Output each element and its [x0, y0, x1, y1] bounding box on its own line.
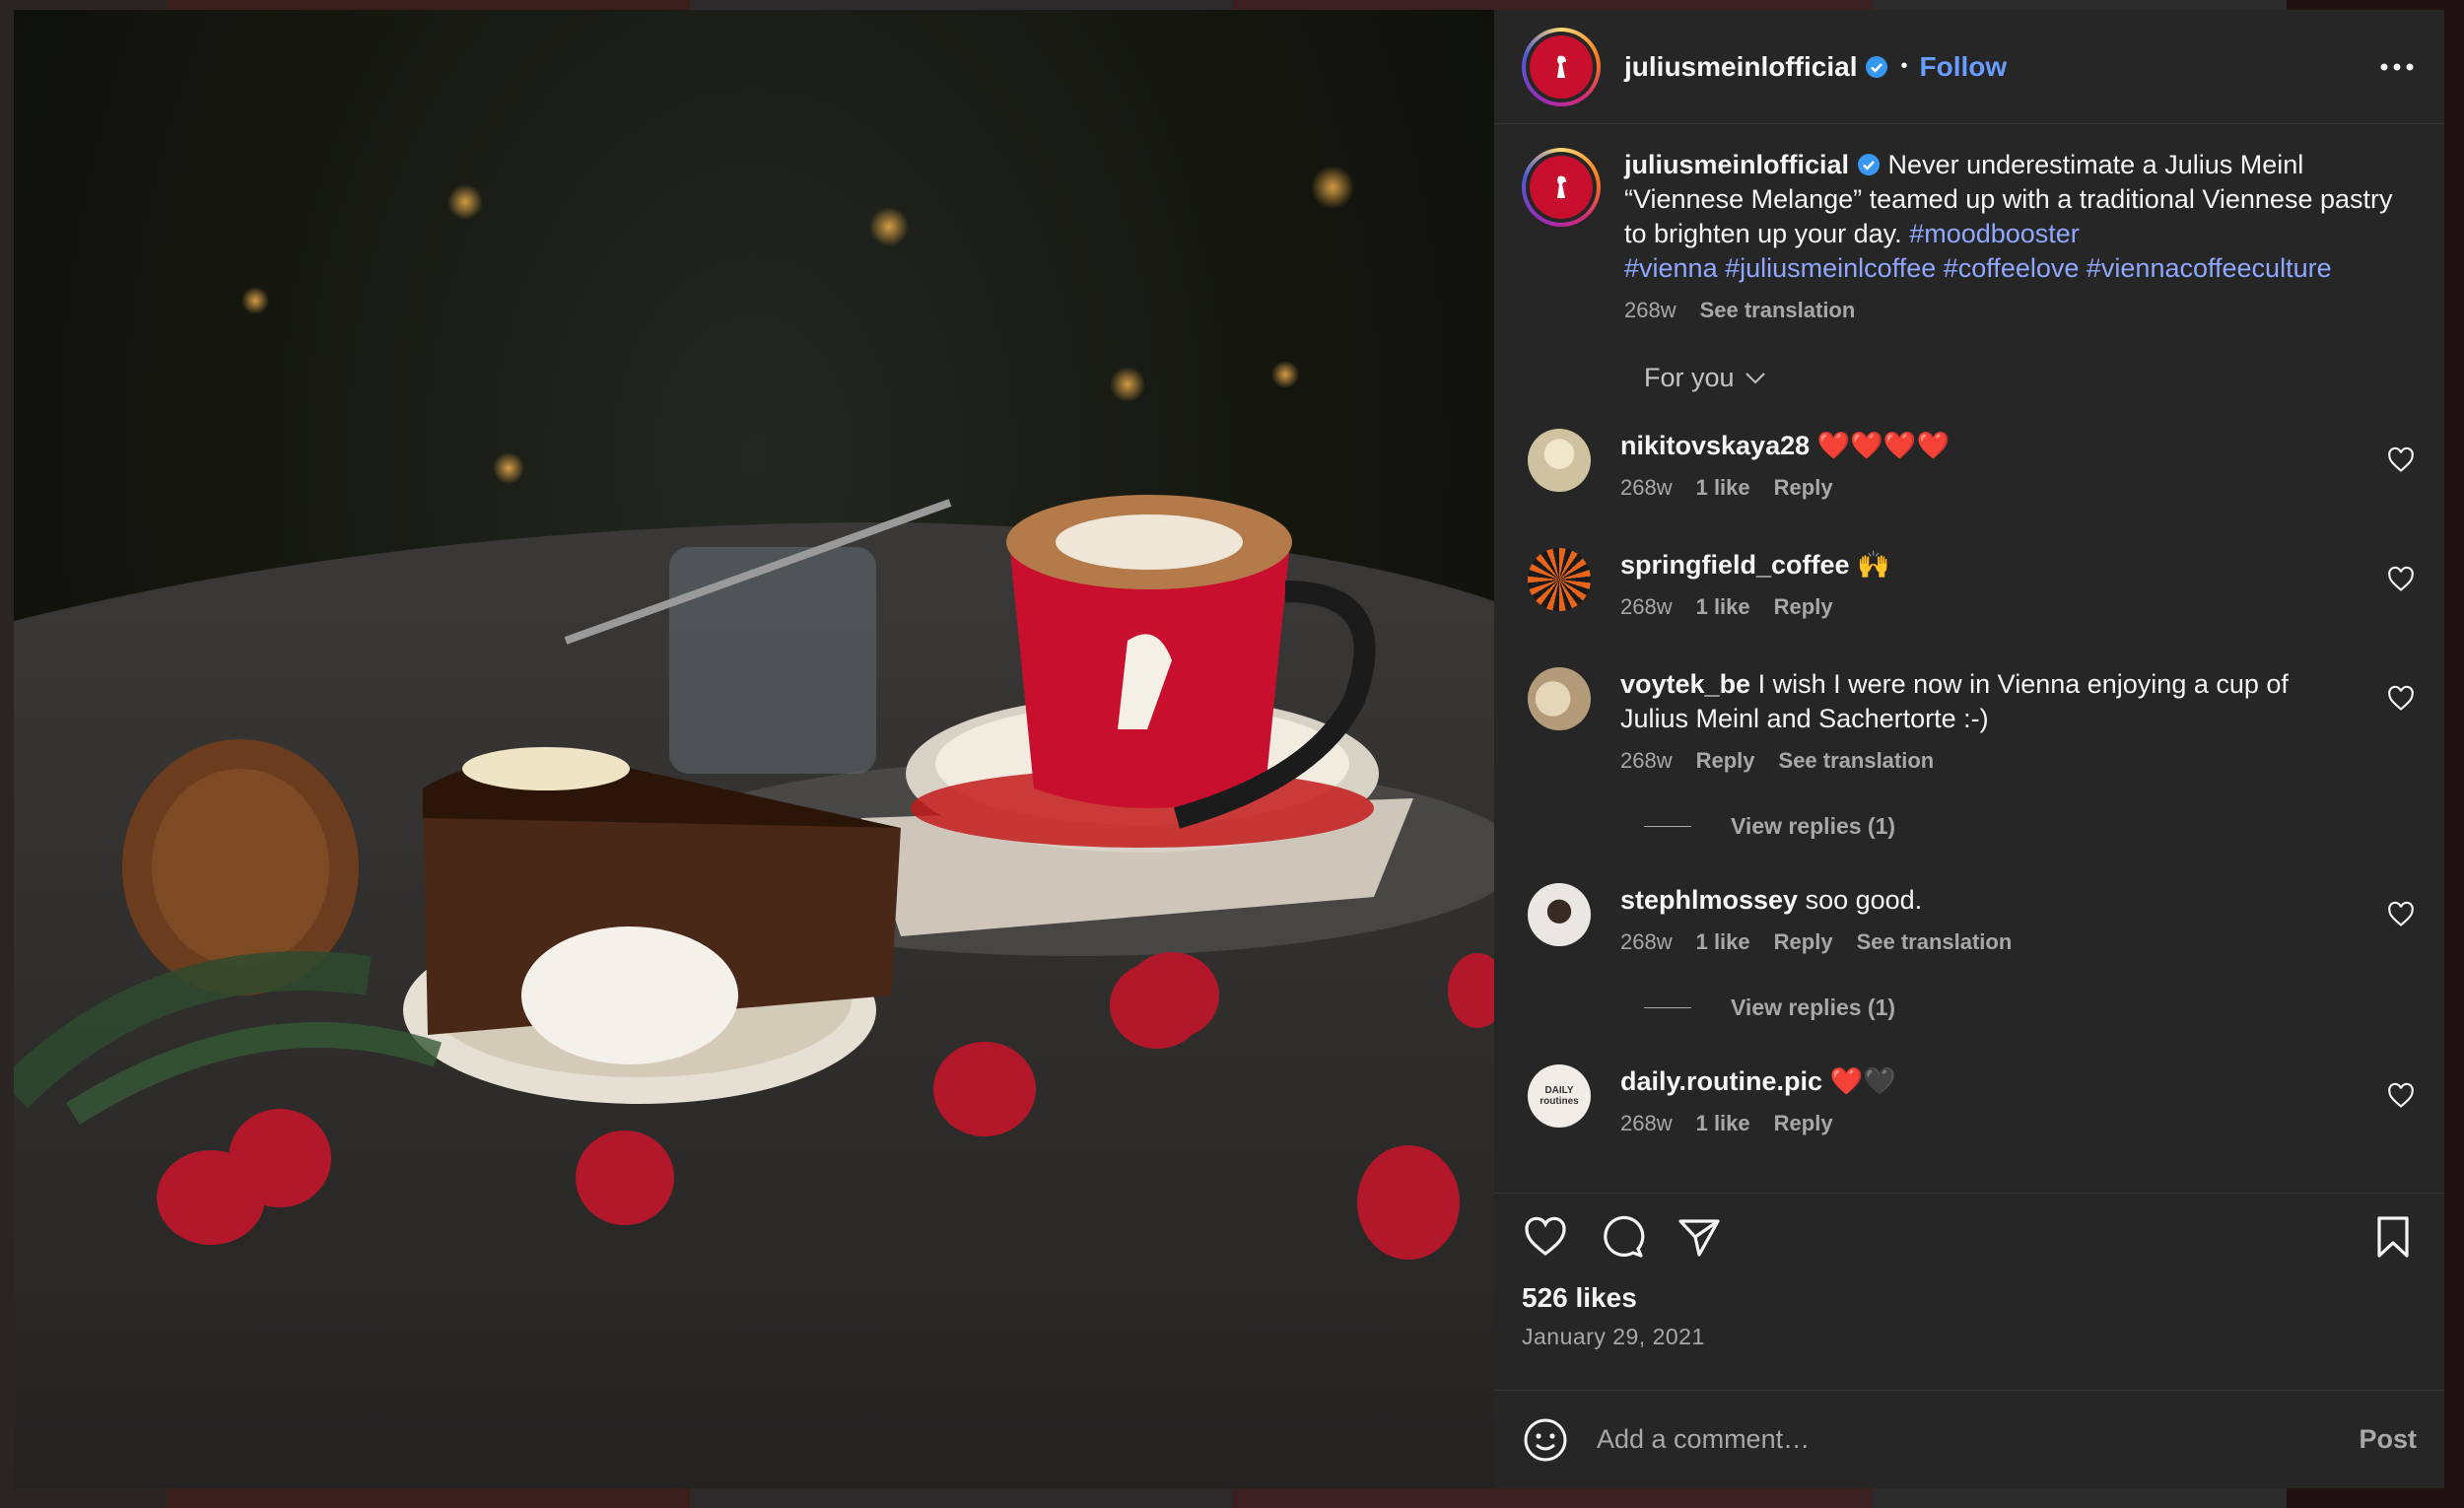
view-replies-button[interactable]: View replies (1) [1644, 994, 2417, 1021]
comment-item: nikitovskaya28 ❤️❤️❤️❤️ 268w 1 like Repl… [1522, 429, 2417, 501]
caption-username[interactable]: juliusmeinlofficial [1624, 150, 1849, 179]
reply-button[interactable]: Reply [1696, 748, 1755, 774]
caption-text: juliusmeinlofficial Never underestimate … [1624, 148, 2417, 286]
post-modal: juliusmeinlofficial • Follow juliusmeinl… [14, 10, 2444, 1488]
hashtag-link[interactable]: #viennacoffeeculture [2087, 253, 2332, 283]
comment-item: stephlmossey soo good. 268w 1 like Reply… [1522, 883, 2417, 955]
comment-likes[interactable]: 1 like [1696, 929, 1750, 955]
post-side-panel: juliusmeinlofficial • Follow juliusmeinl… [1494, 10, 2444, 1488]
caption: juliusmeinlofficial Never underestimate … [1522, 148, 2417, 323]
see-translation-button[interactable]: See translation [1700, 298, 1856, 323]
comment-text: 🙌 [1849, 550, 1890, 580]
view-replies-label: View replies (1) [1731, 994, 1896, 1020]
like-heart-icon[interactable] [1522, 1213, 1569, 1261]
comment-input[interactable] [1597, 1424, 2360, 1455]
reply-divider-line [1644, 1007, 1691, 1008]
verified-badge-icon [1865, 55, 1888, 79]
post-date: January 29, 2021 [1522, 1324, 1705, 1349]
view-replies-button[interactable]: View replies (1) [1644, 813, 2417, 840]
comment-username[interactable]: nikitovskaya28 [1620, 431, 1810, 460]
comment-likes[interactable]: 1 like [1696, 1111, 1750, 1136]
comment-text: soo good. [1798, 885, 1923, 915]
like-comment-heart-icon[interactable] [2387, 685, 2415, 713]
reply-button[interactable]: Reply [1774, 929, 1833, 955]
reply-divider-line [1644, 826, 1691, 827]
commenter-avatar[interactable]: DAILY routines [1528, 1064, 1591, 1128]
post-comment-button[interactable]: Post [2359, 1424, 2417, 1455]
brand-logo-icon [1530, 34, 1593, 99]
account-avatar[interactable] [1522, 27, 1601, 106]
reply-button[interactable]: Reply [1774, 475, 1833, 501]
hashtag-link[interactable]: #moodbooster [1909, 219, 2080, 248]
caption-avatar[interactable] [1522, 148, 1601, 227]
comment-item: voytek_be I wish I were now in Vienna en… [1522, 667, 2417, 774]
hashtag-link[interactable]: #coffeelove [1944, 253, 2080, 283]
bookmark-save-icon[interactable] [2369, 1213, 2417, 1261]
commenter-avatar[interactable] [1528, 548, 1591, 611]
like-comment-heart-icon[interactable] [2387, 566, 2415, 593]
hashtag-link[interactable]: #juliusmeinlcoffee [1725, 253, 1936, 283]
caption-time: 268w [1624, 298, 1677, 322]
comment-time: 268w [1620, 929, 1673, 954]
like-comment-heart-icon[interactable] [2387, 446, 2415, 474]
comment-likes[interactable]: 1 like [1696, 594, 1750, 620]
verified-badge-icon [1857, 153, 1881, 176]
like-comment-heart-icon[interactable] [2387, 1082, 2415, 1110]
view-replies-label: View replies (1) [1731, 813, 1896, 839]
comment-text: ❤️❤️❤️❤️ [1810, 431, 1951, 460]
reply-button[interactable]: Reply [1774, 594, 1833, 620]
reply-button[interactable]: Reply [1774, 1111, 1833, 1136]
comment-sort-dropdown[interactable]: For you [1644, 363, 1766, 393]
emoji-picker-icon[interactable] [1522, 1416, 1569, 1464]
comment-likes[interactable]: 1 like [1696, 475, 1750, 501]
brand-logo-icon [1530, 156, 1593, 219]
comments-scroll-area[interactable]: juliusmeinlofficial Never underestimate … [1494, 124, 2444, 1193]
commenter-avatar[interactable] [1528, 667, 1591, 730]
comment-text: ❤️🖤 [1822, 1066, 1896, 1096]
follow-button[interactable]: Follow [1920, 51, 2008, 83]
post-actions: 526 likes January 29, 2021 [1494, 1193, 2444, 1390]
like-comment-heart-icon[interactable] [2387, 901, 2415, 928]
comment-item: springfield_coffee 🙌 268w 1 like Reply [1522, 548, 2417, 620]
commenter-avatar[interactable] [1528, 883, 1591, 946]
commenter-avatar-text: DAILY routines [1540, 1085, 1579, 1107]
header-username[interactable]: juliusmeinlofficial [1624, 51, 1857, 83]
chevron-down-icon [1745, 372, 1765, 383]
hashtag-link[interactable]: #vienna [1624, 253, 1718, 283]
share-send-icon[interactable] [1676, 1213, 1723, 1261]
comment-time: 268w [1620, 475, 1673, 500]
comment-time: 268w [1620, 748, 1673, 773]
commenter-avatar[interactable] [1528, 429, 1591, 492]
separator-dot: • [1900, 55, 1908, 77]
photo-illustration [14, 166, 1494, 1488]
post-photo [14, 10, 1494, 1488]
likes-count[interactable]: 526 likes [1522, 1282, 2417, 1314]
comment-bubble-icon[interactable] [1599, 1213, 1646, 1261]
see-translation-button[interactable]: See translation [1857, 929, 2013, 955]
comment-username[interactable]: daily.routine.pic [1620, 1066, 1822, 1096]
caption-meta: 268w See translation [1624, 298, 2417, 323]
add-comment-bar: Post [1494, 1390, 2444, 1488]
see-translation-button[interactable]: See translation [1779, 748, 1935, 774]
comment-time: 268w [1620, 594, 1673, 619]
comment-sort-label: For you [1644, 363, 1735, 392]
comment-username[interactable]: stephlmossey [1620, 885, 1798, 915]
more-options-icon[interactable] [2373, 43, 2421, 91]
comment-item: DAILY routines daily.routine.pic ❤️🖤 268… [1522, 1064, 2417, 1136]
post-header: juliusmeinlofficial • Follow [1494, 10, 2444, 124]
comment-username[interactable]: voytek_be [1620, 669, 1750, 699]
comment-time: 268w [1620, 1111, 1673, 1135]
comment-username[interactable]: springfield_coffee [1620, 550, 1850, 580]
